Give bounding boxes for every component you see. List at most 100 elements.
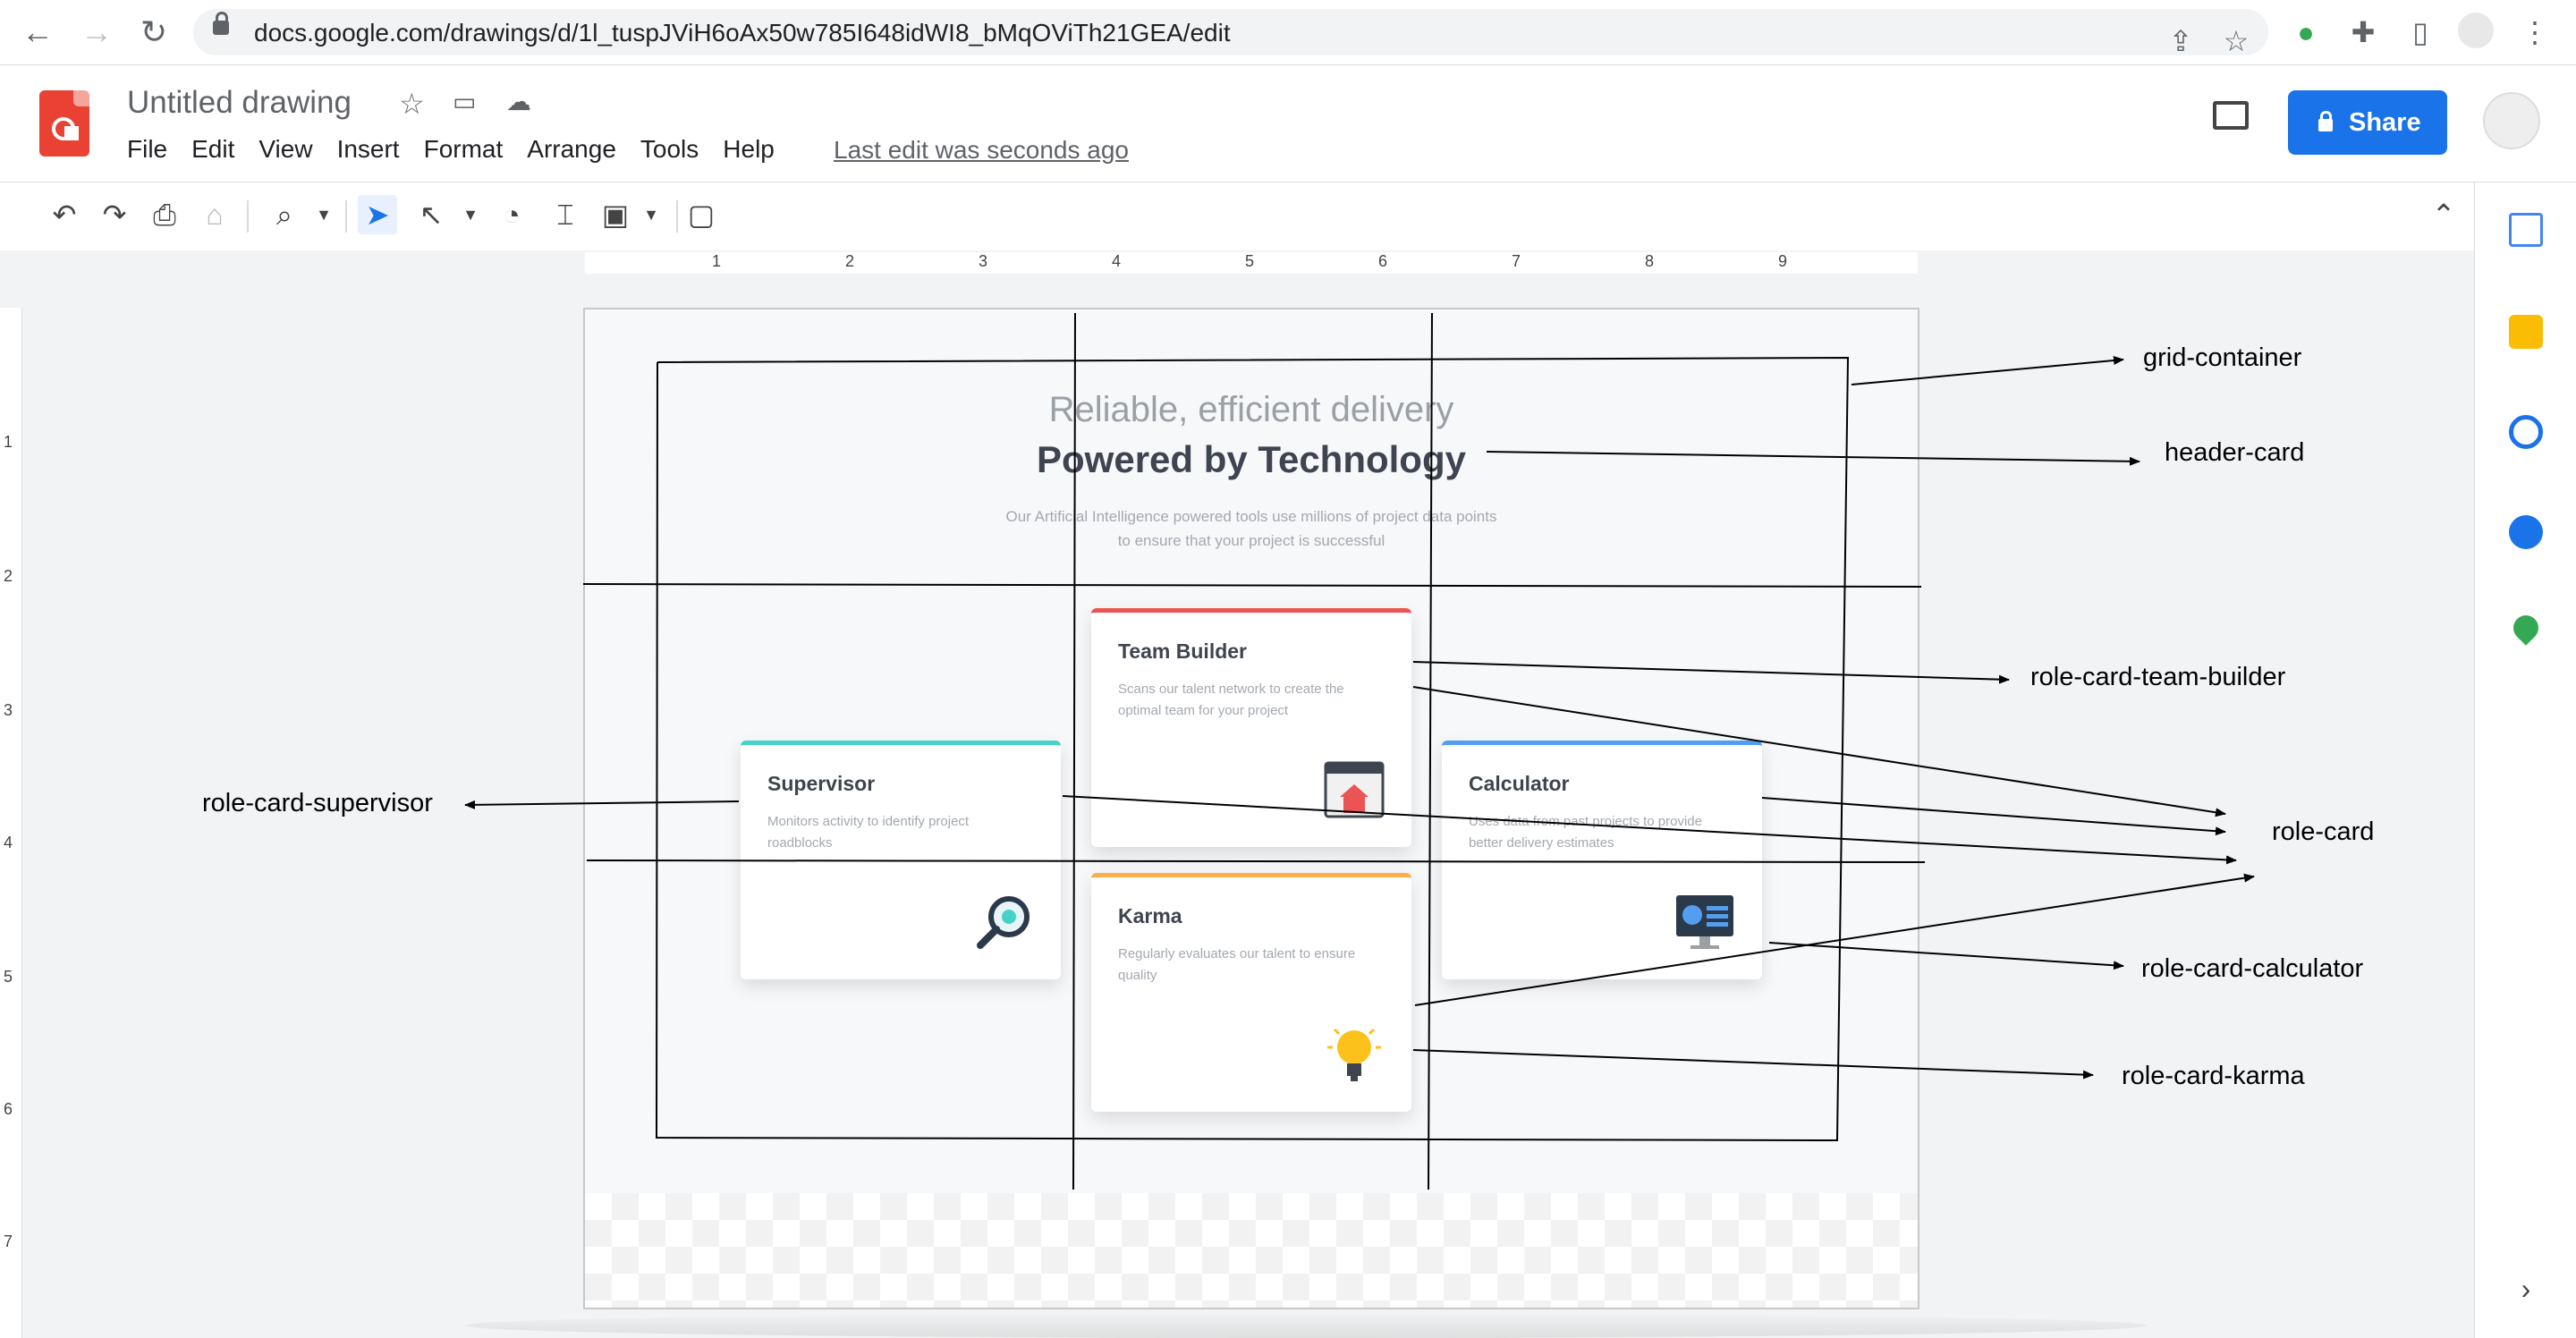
line-tool-icon[interactable]: ↖ [411,195,451,234]
bookmark-star-icon[interactable]: ☆ [2216,21,2256,61]
karma-card: Karma Regularly evaluates our talent to … [1091,873,1411,1112]
tasks-icon[interactable] [2509,415,2543,449]
puzzle-icon[interactable]: ✚ [2343,13,2383,52]
team-builder-card: Team Builder Scans our talent network to… [1091,608,1411,847]
expand-panel-icon[interactable]: › [2509,1272,2543,1306]
share-button[interactable]: Share [2288,90,2447,155]
select-tool-icon[interactable]: ➤ [358,195,397,234]
card-description: Uses data from past projects to provide … [1469,814,1702,851]
zoom-dropdown-icon[interactable]: ▼ [304,195,343,234]
line-dropdown-icon[interactable]: ▼ [451,195,490,234]
menu-insert[interactable]: Insert [337,135,400,164]
toolbar-divider [247,200,249,233]
docs-header: Untitled drawing ☆ ▭ ☁ File Edit View In… [0,65,2576,182]
monitor-icon [1676,895,1733,949]
card-title: Karma [1118,904,1182,927]
label-role-card-karma[interactable]: role-card-karma [2122,1062,2305,1091]
label-role-card[interactable]: role-card [2272,817,2374,847]
document-title[interactable]: Untitled drawing [127,85,352,121]
contacts-icon[interactable] [2509,515,2543,549]
ruler-mark: 9 [1778,252,1788,270]
label-role-card-team-builder[interactable]: role-card-team-builder [2030,663,2285,692]
horizontal-ruler[interactable]: 1 2 3 4 5 6 7 8 9 [585,252,1918,274]
label-header-card[interactable]: header-card [2165,438,2304,468]
lock-icon[interactable] [213,12,229,35]
share-page-icon[interactable]: ⇪ [2161,21,2200,61]
url-text[interactable]: docs.google.com/drawings/d/1l_tuspJViH6o… [254,19,1231,47]
card-title: Team Builder [1118,639,1247,663]
transparent-area [585,1193,1918,1308]
keep-icon[interactable] [2509,315,2543,349]
menu-bar: File Edit View Insert Format Arrange Too… [127,135,799,164]
reload-icon[interactable]: ↻ [134,13,174,52]
add-comment-icon[interactable]: ▢ [682,195,721,234]
star-icon[interactable]: ☆ [399,87,425,121]
drawing-toolbar: ↶ ↷ ⎙ ⌂ ⌕ ▼ ➤ ↖ ▼ ◔ ⌶ ▣ ▼ ▢ ⌃ [0,182,2474,250]
ruler-mark: 4 [1112,252,1122,270]
menu-view[interactable]: View [258,135,312,164]
menu-arrange[interactable]: Arrange [527,135,616,164]
card-description: Monitors activity to identify project ro… [767,814,970,851]
canvas-shadow [465,1313,2147,1338]
text-box-icon[interactable]: ⌶ [546,195,585,234]
menu-format[interactable]: Format [424,135,504,164]
drawing-canvas[interactable]: Reliable, efficient delivery Powered by … [583,308,1919,1309]
embedded-screenshot[interactable]: Reliable, efficient delivery Powered by … [585,309,1918,1193]
vertical-ruler[interactable]: 1 2 3 4 5 6 7 [0,308,22,1338]
address-bar[interactable]: docs.google.com/drawings/d/1l_tuspJViH6o… [193,9,2268,57]
paint-format-icon[interactable]: ⌂ [195,195,234,234]
ruler-mark: 3 [979,252,988,270]
ruler-mark: 8 [1645,252,1655,270]
header-title: Powered by Technology [1037,438,1466,480]
share-lock-icon [2318,111,2333,131]
undo-icon[interactable]: ↶ [45,195,84,234]
shape-tool-icon[interactable]: ◔ [492,195,531,234]
maps-icon[interactable] [2508,610,2544,646]
ruler-mark: 6 [4,1100,13,1118]
browser-home-icon [1324,761,1385,818]
redo-icon[interactable]: ↷ [95,195,134,234]
toolbar-divider [676,200,678,233]
menu-help[interactable]: Help [723,135,775,164]
last-edit-link[interactable]: Last edit was seconds ago [834,136,1129,165]
comment-history-icon[interactable] [2213,101,2249,130]
menu-file[interactable]: File [127,135,167,164]
supervisor-card: Supervisor Monitors activity to identify… [741,741,1061,979]
extension-icon[interactable]: ● [2286,13,2326,52]
card-description: Regularly evaluates our talent to ensure… [1118,946,1356,983]
image-icon[interactable]: ▣ [596,195,635,234]
more-menu-icon[interactable]: ⋮ [2515,13,2555,52]
profile-avatar[interactable] [2458,13,2494,48]
calendar-icon[interactable] [2509,213,2543,247]
label-role-card-supervisor[interactable]: role-card-supervisor [202,789,433,818]
ruler-mark: 2 [4,567,13,585]
side-panel-icon[interactable]: ▯ [2401,13,2440,52]
ruler-mark: 1 [712,252,722,270]
card-description: Scans our talent network to create the o… [1118,682,1344,718]
cloud-status-icon[interactable]: ☁ [506,87,531,116]
label-grid-container[interactable]: grid-container [2143,343,2301,373]
ruler-mark: 2 [845,252,855,270]
side-apps-panel: › [2474,182,2576,1338]
account-avatar[interactable] [2483,92,2540,149]
image-dropdown-icon[interactable]: ▼ [631,195,671,234]
drawings-logo-icon[interactable] [39,90,89,157]
back-icon[interactable]: ← [18,13,57,52]
card-title: Calculator [1469,772,1570,795]
menu-edit[interactable]: Edit [191,135,234,164]
ruler-mark: 6 [1378,252,1388,270]
move-folder-icon[interactable]: ▭ [453,87,476,116]
forward-icon[interactable]: → [77,13,116,52]
menu-tools[interactable]: Tools [640,135,699,164]
ruler-mark: 7 [1512,252,1521,270]
collapse-toolbar-icon[interactable]: ⌃ [2424,195,2463,234]
zoom-icon[interactable]: ⌕ [265,195,304,234]
label-role-card-calculator[interactable]: role-card-calculator [2141,954,2363,984]
lightbulb-icon [1327,1028,1381,1081]
print-icon[interactable]: ⎙ [145,195,184,234]
toolbar-divider [345,200,347,233]
header-subtitle: Reliable, efficient delivery [1048,390,1454,429]
ruler-mark: 1 [4,433,13,451]
card-title: Supervisor [767,772,876,795]
ruler-mark: 5 [4,968,13,986]
